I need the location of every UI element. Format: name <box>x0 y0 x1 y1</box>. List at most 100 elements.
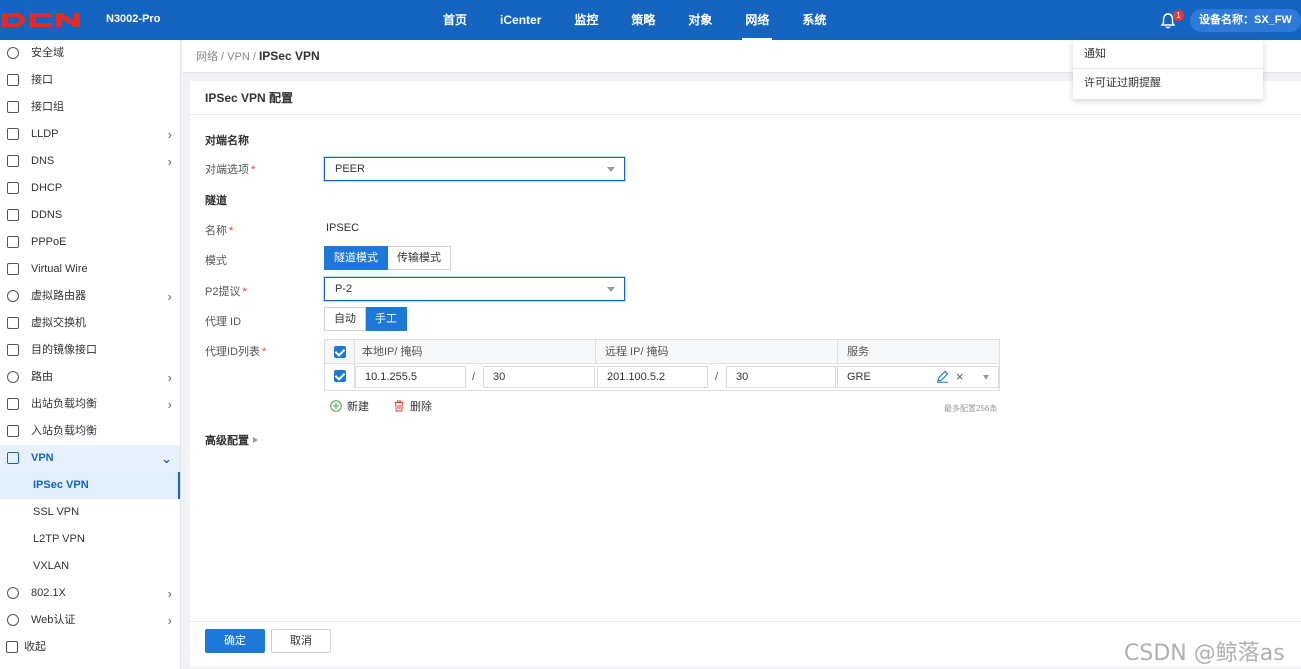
add-entry-button[interactable]: 新建 <box>330 398 369 414</box>
mirror-icon <box>7 344 19 356</box>
sidebar: 安全域 接口 接口组 LLDP › DNS › DHCP DDNS PPPoE Vi… <box>0 40 181 669</box>
sidebar-item-ipsec-vpn[interactable]: IPSec VPN <box>0 472 180 499</box>
clear-icon[interactable]: × <box>956 367 964 387</box>
nav-system[interactable]: 系统 <box>789 0 839 40</box>
sidebar-item-l2tp-vpn[interactable]: L2TP VPN <box>0 526 180 553</box>
required-marker: * <box>262 346 267 358</box>
select-all-checkbox[interactable] <box>334 346 346 358</box>
column-divider <box>595 340 596 364</box>
sidebar-item-pppoe[interactable]: PPPoE <box>0 229 180 256</box>
sidebar-item-8021x[interactable]: 802.1X › <box>0 580 180 607</box>
sidebar-collapse-button[interactable]: 收起 <box>0 634 180 661</box>
caret-down-icon <box>607 167 615 172</box>
sidebar-item-vxlan[interactable]: VXLAN <box>0 553 180 580</box>
nav-policy[interactable]: 策略 <box>618 0 668 40</box>
max-entries-note: 最多配置256条 <box>944 404 998 413</box>
table-row: 10.1.255.5 / 30 201.100.5.2 / 30 GRE × <box>325 364 999 390</box>
nav-network[interactable]: 网络 <box>732 0 782 40</box>
sidebar-item-virtual-wire[interactable]: Virtual Wire <box>0 256 180 283</box>
sidebar-item-interface[interactable]: 接口 <box>0 67 180 94</box>
sidebar-item-security-zone[interactable]: 安全域 <box>0 40 180 67</box>
breadcrumb-current: IPSec VPN <box>258 49 320 63</box>
web-auth-icon <box>7 614 19 626</box>
sidebar-item-ddns[interactable]: DDNS <box>0 202 180 229</box>
interface-group-icon <box>7 101 19 113</box>
mode-toggle: 隧道模式 传输模式 <box>324 246 451 270</box>
p2-proposal-select[interactable]: P-2 <box>324 277 625 301</box>
proxy-id-table: 本地IP/ 掩码 远程 IP/ 掩码 服务 10.1.255.5 / 30 20… <box>324 339 1000 391</box>
nav-icenter[interactable]: iCenter <box>487 0 554 40</box>
mode-label: 模式 <box>205 255 227 267</box>
chevron-right-icon: › <box>167 397 172 412</box>
row-checkbox[interactable] <box>334 370 346 382</box>
notification-item[interactable]: 许可证过期提醒 <box>1073 69 1263 98</box>
proxy-id-manual-button[interactable]: 手工 <box>366 307 407 331</box>
vpn-icon <box>7 452 19 464</box>
mode-transport-button[interactable]: 传输模式 <box>388 246 451 270</box>
sidebar-item-web-auth[interactable]: Web认证 › <box>0 607 180 634</box>
sidebar-item-inbound-lb[interactable]: 入站负载均衡 <box>0 418 180 445</box>
virtual-switch-icon <box>7 317 19 329</box>
sidebar-item-route[interactable]: 路由 › <box>0 364 180 391</box>
sidebar-item-vpn[interactable]: VPN ⌄ <box>0 445 180 472</box>
dhcp-icon <box>7 182 19 194</box>
virtual-router-icon <box>7 290 19 302</box>
chevron-right-icon: › <box>167 289 172 304</box>
sidebar-item-virtual-switch[interactable]: 虚拟交换机 <box>0 310 180 337</box>
required-marker: * <box>229 225 234 237</box>
sidebar-item-dns[interactable]: DNS › <box>0 148 180 175</box>
sidebar-item-mirror-interface[interactable]: 目的镜像接口 <box>0 337 180 364</box>
device-name-menu[interactable]: 设备名称：SX_FW <box>1190 9 1301 32</box>
column-header-local: 本地IP/ 掩码 <box>362 346 423 358</box>
ddns-icon <box>7 209 19 221</box>
wifi-icon <box>7 587 19 599</box>
breadcrumb-path[interactable]: 网络 / VPN / <box>196 51 259 63</box>
sidebar-item-virtual-router[interactable]: 虚拟路由器 › <box>0 283 180 310</box>
notification-dropdown: 通知 许可证过期提醒 <box>1073 40 1263 99</box>
remote-mask-input[interactable]: 30 <box>726 366 836 388</box>
mode-tunnel-button[interactable]: 隧道模式 <box>324 246 388 270</box>
peer-section-heading: 对端名称 <box>205 135 249 147</box>
required-marker: * <box>251 164 256 176</box>
caret-right-icon <box>253 437 258 443</box>
sidebar-item-ssl-vpn[interactable]: SSL VPN <box>0 499 180 526</box>
lldp-icon <box>7 128 19 140</box>
chevron-down-icon: ⌄ <box>161 451 172 466</box>
csdn-watermark: CSDN @鲸落as <box>1124 641 1285 666</box>
pppoe-icon <box>7 236 19 248</box>
local-mask-input[interactable]: 30 <box>483 366 595 388</box>
required-marker: * <box>242 286 247 298</box>
caret-down-icon <box>983 375 989 380</box>
peer-option-select[interactable]: PEER <box>324 157 625 181</box>
sidebar-item-outbound-lb[interactable]: 出站负载均衡 › <box>0 391 180 418</box>
nav-object[interactable]: 对象 <box>675 0 725 40</box>
delete-entry-button[interactable]: 删除 <box>393 398 432 414</box>
dns-icon <box>7 155 19 167</box>
route-icon <box>7 371 19 383</box>
chevron-right-icon: › <box>167 154 172 169</box>
remote-ip-input[interactable]: 201.100.5.2 <box>597 366 708 388</box>
cancel-button[interactable]: 取消 <box>271 629 331 653</box>
proxy-id-label: 代理 ID <box>205 316 242 328</box>
advanced-config-toggle[interactable]: 高级配置 <box>205 432 258 448</box>
local-ip-input[interactable]: 10.1.255.5 <box>355 366 466 388</box>
sidebar-item-interface-group[interactable]: 接口组 <box>0 94 180 121</box>
sidebar-item-lldp[interactable]: LLDP › <box>0 121 180 148</box>
edit-icon[interactable] <box>936 370 949 383</box>
inbound-lb-icon <box>7 425 19 437</box>
column-divider <box>837 340 838 364</box>
peer-option-label: 对端选项 * <box>205 164 256 176</box>
notification-item[interactable]: 通知 <box>1073 40 1263 69</box>
p2-proposal-label: P2提议 * <box>205 286 247 298</box>
service-select[interactable]: GRE × <box>837 366 999 388</box>
footer-divider <box>190 621 1301 622</box>
column-header-service: 服务 <box>847 346 869 358</box>
confirm-button[interactable]: 确定 <box>205 629 265 653</box>
proxy-id-auto-button[interactable]: 自动 <box>324 307 366 331</box>
sidebar-item-dhcp[interactable]: DHCP <box>0 175 180 202</box>
chevron-right-icon: › <box>167 127 172 142</box>
nav-home[interactable]: 首页 <box>430 0 480 40</box>
dcn-logo[interactable] <box>0 8 88 32</box>
trash-icon <box>394 400 404 412</box>
nav-monitor[interactable]: 监控 <box>561 0 611 40</box>
